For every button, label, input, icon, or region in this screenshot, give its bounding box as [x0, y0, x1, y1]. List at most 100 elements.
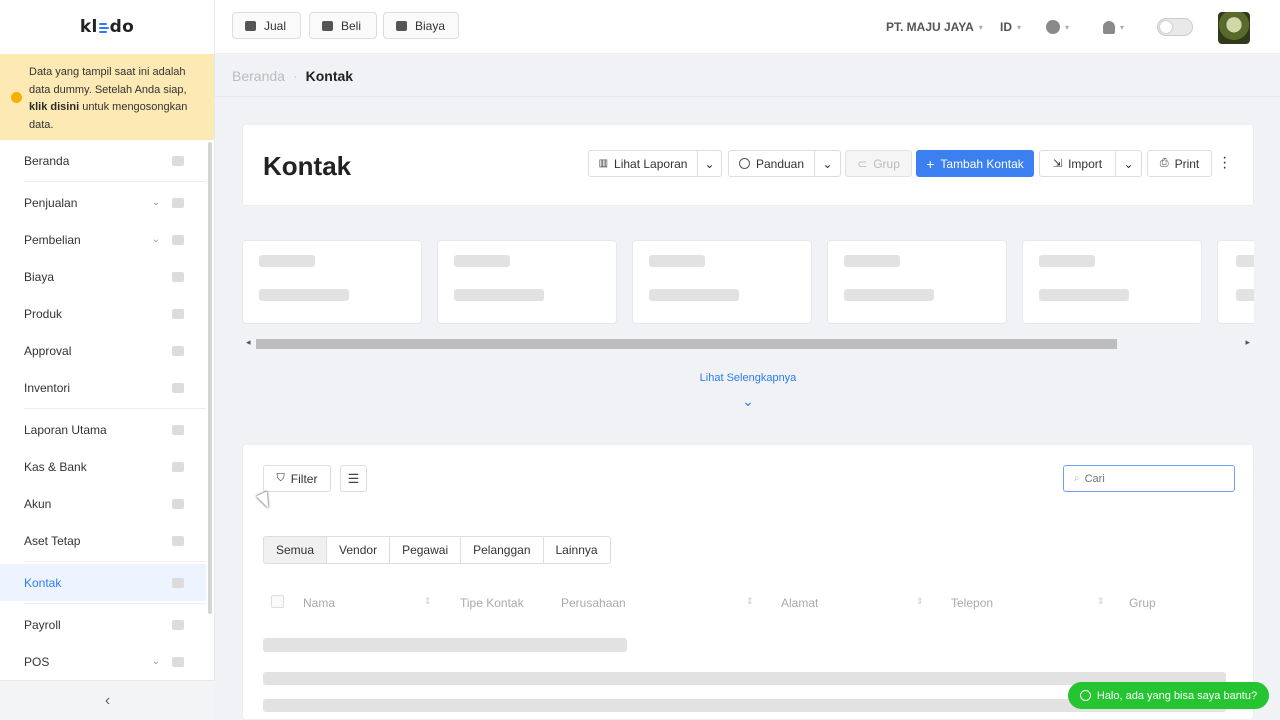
chart-icon	[172, 424, 184, 435]
print-button[interactable]: ⎙ Print	[1147, 150, 1212, 177]
card-icon	[172, 271, 184, 282]
tab-semua[interactable]: Semua	[264, 537, 328, 563]
column-header-tipe-kontak[interactable]: Tipe Kontak	[460, 596, 524, 610]
help-circle-icon	[738, 158, 750, 169]
scroll-right-arrow-icon[interactable]: ▸	[1245, 337, 1250, 348]
jual-button[interactable]: Jual	[232, 12, 301, 39]
select-all-checkbox[interactable]	[271, 595, 284, 608]
sidebar-item-label: Akun	[24, 496, 52, 511]
cards-horizontal-scrollbar[interactable]: ◂ ▸	[242, 337, 1254, 351]
tambah-kontak-label: Tambah Kontak	[940, 156, 1024, 171]
sidebar-item-pembelian[interactable]: Pembelian ⌄	[0, 221, 206, 258]
plus-icon: +	[926, 155, 935, 172]
sort-icon[interactable]: ⇕	[916, 596, 924, 607]
column-header-alamat[interactable]: Alamat	[781, 596, 818, 610]
sidebar-item-payroll[interactable]: Payroll	[0, 606, 206, 643]
table-header: Nama ⇕ Tipe Kontak Perusahaan ⇕ Alamat ⇕…	[263, 591, 1235, 613]
lihat-laporan-button[interactable]: ▥ Lihat Laporan	[588, 150, 698, 177]
search-icon: ⌕	[1074, 473, 1080, 484]
summary-card-loading	[437, 240, 617, 324]
scroll-left-arrow-icon[interactable]: ◂	[246, 337, 251, 348]
logo-mark-icon	[98, 22, 109, 33]
caret-down-icon: ▾	[1065, 22, 1070, 32]
sidebar-item-label: Kas & Bank	[24, 459, 87, 474]
company-selector[interactable]: PT. MAJU JAYA ▾	[886, 0, 983, 54]
sidebar-item-biaya[interactable]: Biaya	[0, 258, 206, 295]
sidebar-item-label: POS	[24, 654, 50, 669]
lihat-laporan-dropdown[interactable]: ⌄	[697, 150, 722, 177]
summary-card-loading	[242, 240, 422, 324]
column-header-grup[interactable]: Grup	[1129, 596, 1156, 610]
sidebar-item-approval[interactable]: Approval	[0, 332, 206, 369]
tab-lainnya[interactable]: Lainnya	[543, 537, 610, 563]
divider	[215, 96, 1280, 97]
tab-pelanggan[interactable]: Pelanggan	[461, 537, 544, 563]
sidebar-item-inventori[interactable]: Inventori	[0, 369, 206, 406]
beli-button[interactable]: Beli	[309, 12, 377, 39]
search-input[interactable]	[1084, 472, 1225, 485]
sidebar-item-pos[interactable]: POS ⌄	[0, 643, 206, 680]
sort-icon[interactable]: ⇕	[424, 596, 432, 607]
column-header-telepon[interactable]: Telepon	[951, 596, 993, 610]
sort-icon[interactable]: ⇕	[1097, 596, 1105, 607]
sidebar-item-laporan-utama[interactable]: Laporan Utama	[0, 411, 206, 448]
sidebar-item-akun[interactable]: Akun	[0, 485, 206, 522]
breadcrumb-home-link[interactable]: Beranda	[232, 68, 285, 84]
import-dropdown[interactable]: ⌄	[1115, 150, 1142, 177]
divider	[24, 408, 206, 409]
building-icon	[172, 535, 184, 546]
filter-button[interactable]: ⛉ Filter	[263, 465, 331, 492]
column-header-perusahaan[interactable]: Perusahaan	[561, 596, 626, 610]
panduan-dropdown[interactable]: ⌄	[814, 150, 841, 177]
breadcrumb-separator: ·	[292, 68, 298, 84]
column-list-button[interactable]: ☰	[340, 465, 367, 492]
dollar-icon	[172, 461, 184, 472]
tab-pegawai[interactable]: Pegawai	[390, 537, 462, 563]
sidebar-menu: Beranda Penjualan ⌄ Pembelian ⌄ Biaya Prod…	[0, 142, 206, 680]
sidebar-item-penjualan[interactable]: Penjualan ⌄	[0, 184, 206, 221]
chevron-down-icon: ⌄	[151, 197, 160, 208]
caret-down-icon: ▾	[1120, 22, 1125, 32]
caret-down-icon: ▾	[1017, 22, 1022, 32]
sidebar-item-kontak[interactable]: Kontak	[0, 564, 206, 601]
search-field[interactable]: ⌕	[1063, 465, 1235, 492]
more-options-icon[interactable]: · · ·	[1222, 150, 1227, 176]
clear-data-link[interactable]: klik disini	[29, 101, 79, 113]
scrollbar-thumb[interactable]	[256, 339, 1117, 349]
summary-card-loading	[1217, 240, 1254, 324]
theme-toggle[interactable]	[1157, 18, 1193, 36]
contact-type-tabs: Semua Vendor Pegawai Pelanggan Lainnya	[263, 536, 611, 564]
history-button[interactable]: ▾	[1046, 0, 1069, 54]
whatsapp-help-button[interactable]: Halo, ada yang bisa saya bantu?	[1068, 682, 1269, 709]
biaya-button[interactable]: Biaya	[383, 12, 459, 39]
kledo-logo[interactable]: kl do	[0, 0, 214, 54]
bell-icon	[1103, 20, 1115, 34]
collapse-sidebar-button[interactable]: ‹	[0, 680, 215, 720]
column-header-nama[interactable]: Nama	[303, 596, 335, 610]
skeleton-line	[844, 255, 900, 267]
notifications-button[interactable]: ▾	[1103, 0, 1124, 54]
skeleton-row	[263, 638, 627, 652]
sidebar-item-label: Produk	[24, 306, 63, 321]
panduan-button[interactable]: Panduan	[728, 150, 815, 177]
sort-icon[interactable]: ⇕	[746, 596, 754, 607]
tambah-kontak-button[interactable]: + Tambah Kontak	[916, 150, 1034, 177]
sidebar-scrollbar[interactable]	[208, 142, 212, 614]
skeleton-line	[1039, 289, 1129, 301]
chevron-down-icon[interactable]: ⌄	[738, 393, 758, 410]
breadcrumb: Beranda · Kontak	[232, 62, 353, 90]
sidebar-item-kas-bank[interactable]: Kas & Bank	[0, 448, 206, 485]
import-button[interactable]: ⇲ Import	[1039, 150, 1116, 177]
tab-vendor[interactable]: Vendor	[327, 537, 391, 563]
sidebar-item-beranda[interactable]: Beranda	[0, 142, 206, 179]
grup-button[interactable]: ⊂ Grup	[845, 150, 912, 177]
chevron-down-icon: ⌄	[151, 234, 160, 245]
see-more-link[interactable]: Lihat Selengkapnya	[668, 372, 828, 384]
sidebar-item-label: Kontak	[24, 575, 62, 590]
language-selector[interactable]: ID ▾	[1000, 0, 1021, 54]
divider	[24, 181, 206, 182]
avatar[interactable]	[1218, 12, 1250, 44]
sidebar-item-produk[interactable]: Produk	[0, 295, 206, 332]
sidebar-item-aset-tetap[interactable]: Aset Tetap	[0, 522, 206, 559]
grup-label: Grup	[873, 156, 900, 171]
